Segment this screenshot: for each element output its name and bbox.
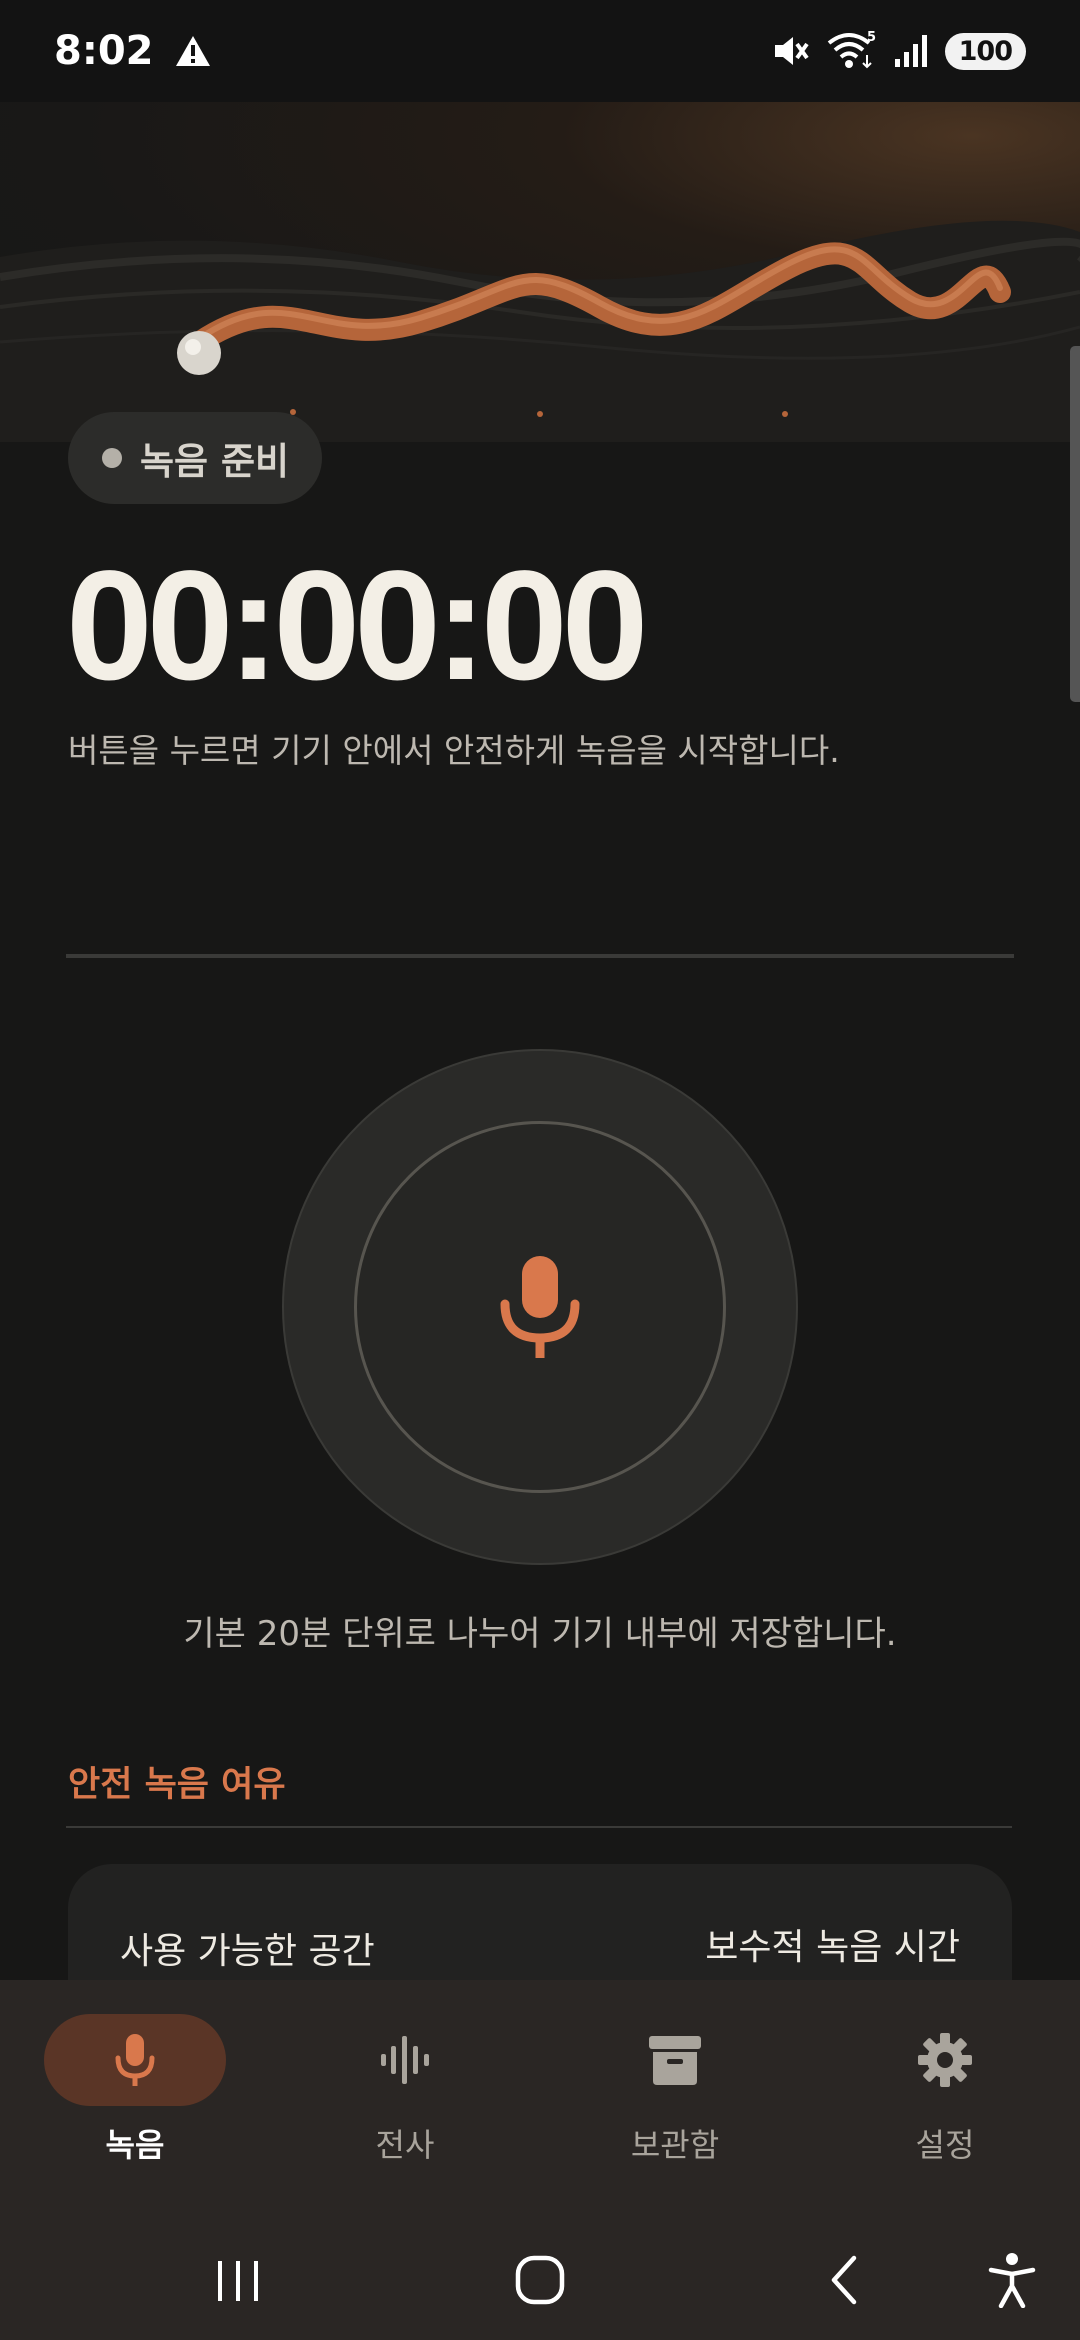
storage-caption: 기본 20분 단위로 나누어 기기 내부에 저장합니다. (183, 1614, 897, 1654)
status-chip-label: 녹음 준비 (140, 440, 290, 483)
back-button[interactable] (804, 2242, 884, 2318)
recording-timer: 00:00:00 (66, 539, 648, 713)
waveform-icon (381, 2036, 429, 2084)
microphone-icon (115, 2034, 155, 2086)
alert-triangle-icon (175, 36, 210, 66)
wifi-badge: 5 (867, 31, 876, 45)
available-space-label: 사용 가능한 공간 (120, 1931, 375, 1972)
recents-icon (218, 2261, 258, 2301)
back-icon (831, 2255, 857, 2305)
divider (66, 954, 1014, 958)
signal-icon (894, 35, 927, 67)
conservative-time-label: 보수적 녹음 시간 (705, 1927, 960, 1968)
record-button[interactable] (354, 1121, 726, 1493)
status-time: 8:02 (54, 28, 154, 74)
nav-tab-transcribe[interactable]: 전사 (270, 1980, 540, 2220)
home-icon (515, 2255, 565, 2305)
nav-label-transcribe: 전사 (375, 2126, 435, 2164)
archive-box-icon (649, 2036, 701, 2085)
mute-icon (774, 37, 809, 65)
nav-label-settings: 설정 (915, 2126, 975, 2164)
recording-hint: 버튼을 누르면 기기 안에서 안전하게 녹음을 시작합니다. (68, 731, 840, 770)
hero-artwork (0, 102, 1080, 442)
microphone-icon (500, 1256, 580, 1358)
accessibility-button[interactable] (972, 2242, 1052, 2318)
section-title-safety: 안전 녹음 여유 (68, 1765, 286, 1805)
nav-label-archive: 보관함 (630, 2126, 720, 2164)
status-bar: 8:02 5 100 (0, 0, 1080, 102)
wifi-icon: 5 (827, 31, 876, 69)
section-divider (66, 1826, 1012, 1828)
system-navigation-bar (0, 2220, 1080, 2340)
recorder-screen: 8:02 5 100 녹음 준비 00:00:00 버튼을 누르면 기기 안에서… (0, 0, 1080, 2340)
recents-button[interactable] (198, 2242, 278, 2318)
gear-icon (918, 2033, 972, 2087)
status-dot (102, 448, 122, 468)
nav-tab-settings[interactable]: 설정 (810, 1980, 1080, 2220)
ribbon-illustration (0, 220, 1080, 442)
battery-indicator: 100 (944, 32, 1026, 70)
scrollbar-thumb[interactable] (1070, 346, 1080, 702)
nav-active-pill (44, 2014, 226, 2106)
nav-label-record: 녹음 (105, 2126, 165, 2164)
home-button[interactable] (500, 2242, 580, 2318)
accessibility-icon (988, 2253, 1036, 2308)
recording-status-chip: 녹음 준비 (68, 412, 322, 504)
nav-tab-record[interactable]: 녹음 (0, 1980, 270, 2220)
bottom-navigation: 녹음 전사 보관함 설정 (0, 1980, 1080, 2220)
nav-tab-archive[interactable]: 보관함 (540, 1980, 810, 2220)
